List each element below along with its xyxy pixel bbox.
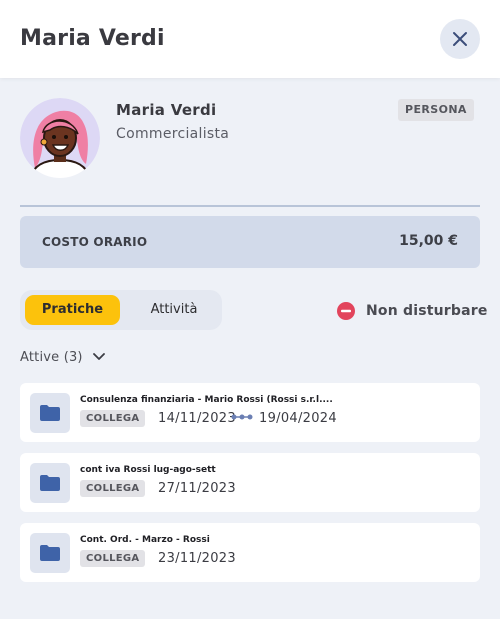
- profile-role: Commercialista: [116, 126, 230, 142]
- practice-tag: COLLEGA: [80, 410, 146, 427]
- tab-bar: Pratiche Attività: [20, 290, 222, 330]
- folder-icon: [40, 405, 60, 421]
- hourly-cost-box: COSTO ORARIO 15,00 €: [20, 216, 480, 268]
- practice-card[interactable]: Consulenza finanziaria - Mario Rossi (Ro…: [20, 383, 480, 442]
- avatar: [20, 98, 100, 178]
- practice-card[interactable]: cont iva Rossi lug-ago-sett COLLEGA 27/1…: [20, 453, 480, 512]
- do-not-disturb-icon: [337, 302, 355, 320]
- type-badge: PERSONA: [398, 99, 474, 121]
- folder-icon-box: [30, 533, 70, 573]
- folder-icon: [40, 545, 60, 561]
- practice-title: cont iva Rossi lug-ago-sett: [80, 465, 216, 475]
- tab-attivita[interactable]: Attività: [126, 295, 222, 325]
- folder-icon-box: [30, 393, 70, 433]
- tab-pratiche[interactable]: Pratiche: [25, 295, 120, 325]
- hourly-cost-label: COSTO ORARIO: [42, 235, 148, 249]
- practice-start-date: 23/11/2023: [158, 551, 236, 566]
- practice-title: Cont. Ord. - Marzo - Rossi: [80, 535, 210, 545]
- practice-tag: COLLEGA: [80, 480, 146, 497]
- practice-start-date: 14/11/2023: [158, 411, 236, 426]
- date-range-icon: [231, 414, 253, 420]
- folder-icon-box: [30, 463, 70, 503]
- header: Maria Verdi: [0, 0, 500, 78]
- practice-card[interactable]: Cont. Ord. - Marzo - Rossi COLLEGA 23/11…: [20, 523, 480, 582]
- practice-end-date: 19/04/2024: [259, 411, 337, 426]
- practice-tag: COLLEGA: [80, 550, 146, 567]
- practice-title: Consulenza finanziaria - Mario Rossi (Ro…: [80, 395, 333, 405]
- active-section-toggle[interactable]: Attive (3): [20, 347, 105, 367]
- page-title: Maria Verdi: [20, 26, 165, 51]
- divider: [20, 205, 480, 207]
- folder-icon: [40, 475, 60, 491]
- close-icon: [453, 32, 467, 46]
- practice-start-date: 27/11/2023: [158, 481, 236, 496]
- hourly-cost-value: 15,00 €: [399, 233, 458, 249]
- close-button[interactable]: [440, 19, 480, 59]
- active-section-label: Attive (3): [20, 349, 83, 365]
- profile-name: Maria Verdi: [116, 101, 217, 119]
- chevron-down-icon: [92, 353, 105, 361]
- do-not-disturb-toggle[interactable]: Non disturbare: [337, 301, 488, 321]
- do-not-disturb-label: Non disturbare: [366, 303, 488, 319]
